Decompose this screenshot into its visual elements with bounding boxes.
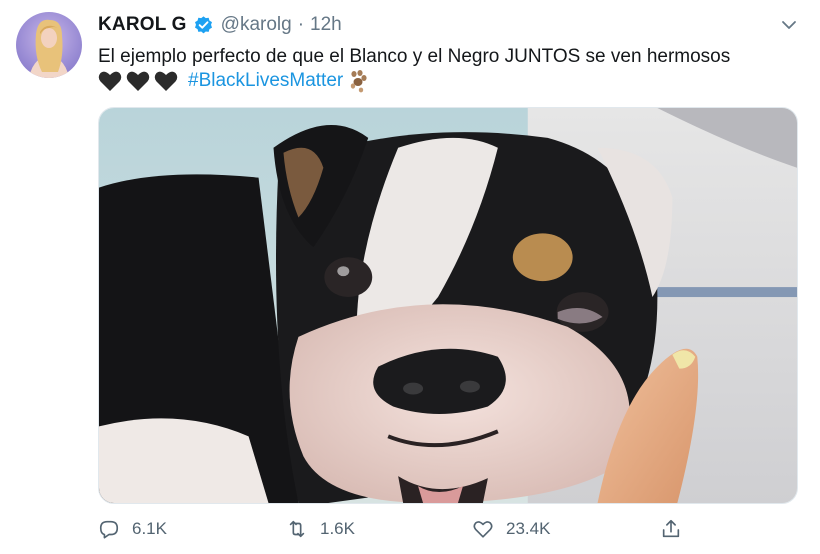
reply-count: 6.1K	[132, 519, 167, 538]
retweet-button[interactable]: 1.6K	[286, 514, 355, 544]
share-button[interactable]	[660, 514, 682, 544]
like-count: 23.4K	[506, 519, 551, 538]
paw-prints-icon	[347, 69, 371, 93]
chevron-down-icon[interactable]	[780, 16, 798, 34]
tweet-image[interactable]	[98, 107, 798, 504]
tweet-actions: 6.1K 1.6K 23.4K	[98, 514, 798, 544]
share-icon	[662, 519, 680, 538]
tweet: KAROL G @karolg · 12h El ejemplo perfect…	[0, 0, 820, 554]
like-icon	[473, 521, 493, 538]
reply-icon	[99, 520, 119, 539]
avatar[interactable]	[16, 12, 82, 78]
reply-button[interactable]: 6.1K	[98, 514, 167, 544]
author-name[interactable]: KAROL G	[98, 14, 187, 36]
tweet-text-line2: #BlackLivesMatter	[98, 68, 371, 94]
tweet-text: El ejemplo perfecto de que el Blanco y e…	[98, 46, 731, 67]
like-button[interactable]: 23.4K	[472, 514, 550, 544]
retweet-count: 1.6K	[320, 519, 355, 538]
tweet-header: KAROL G @karolg · 12h	[98, 12, 342, 38]
timestamp[interactable]: 12h	[310, 14, 342, 36]
retweet-icon	[289, 520, 305, 538]
hashtag-link[interactable]: #BlackLivesMatter	[188, 70, 343, 92]
black-heart-icon	[98, 70, 122, 92]
verified-badge-icon	[193, 15, 214, 36]
separator-dot: ·	[297, 14, 305, 35]
black-heart-icon	[154, 70, 178, 92]
black-heart-icon	[126, 70, 150, 92]
author-handle[interactable]: @karolg	[221, 14, 292, 36]
